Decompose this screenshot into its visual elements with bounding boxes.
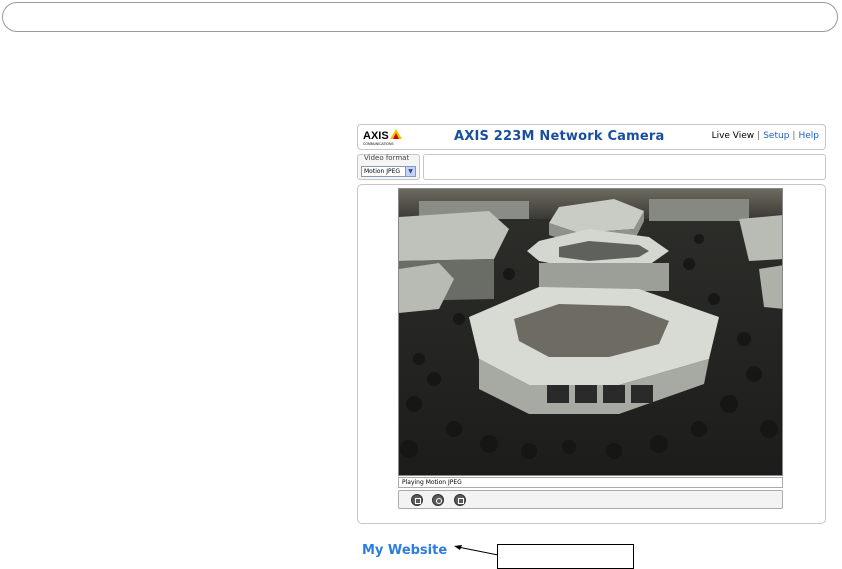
callout-arrow: [454, 545, 499, 556]
nav-live-view[interactable]: Live View: [712, 131, 755, 141]
video-format-panel: Video format Motion JPEG ▼: [357, 154, 420, 180]
logo-text: AXIS: [363, 130, 389, 142]
logo-subtext: COMMUNICATIONS: [363, 142, 394, 146]
video-format-value: Motion JPEG: [364, 168, 401, 175]
snapshot-icon[interactable]: [432, 494, 444, 506]
video-controls: [398, 490, 783, 509]
trading-floor-image: [399, 189, 782, 475]
chevron-down-icon[interactable]: ▼: [405, 167, 415, 176]
callout-box: [497, 544, 634, 569]
nav-setup[interactable]: Setup: [763, 131, 789, 141]
nav-separator: |: [792, 131, 796, 141]
video-status-bar: Playing Motion JPEG: [398, 477, 783, 488]
stop-icon-inner: [415, 498, 421, 504]
stop-icon[interactable]: [411, 494, 423, 506]
top-rounded-bar: [2, 2, 838, 32]
my-website-link[interactable]: My Website: [362, 543, 447, 558]
full-size-icon-inner: [458, 498, 464, 504]
view-full-size-icon[interactable]: [454, 494, 466, 506]
video-status-text: Playing Motion JPEG: [402, 479, 462, 486]
video-format-label: Video format: [364, 154, 410, 162]
camera-title: AXIS 223M Network Camera: [454, 129, 665, 144]
axis-logo: AXIS COMMUNICATIONS: [363, 129, 402, 146]
nav-separator: |: [757, 131, 761, 141]
video-format-select[interactable]: Motion JPEG ▼: [361, 166, 416, 177]
top-nav: Live View | Setup | Help: [712, 131, 819, 141]
live-video-image: [398, 188, 783, 476]
info-panel: [423, 154, 826, 180]
camera-header: AXIS COMMUNICATIONS AXIS 223M Network Ca…: [357, 124, 826, 150]
nav-help[interactable]: Help: [798, 131, 819, 141]
snapshot-icon-inner: [436, 498, 442, 504]
